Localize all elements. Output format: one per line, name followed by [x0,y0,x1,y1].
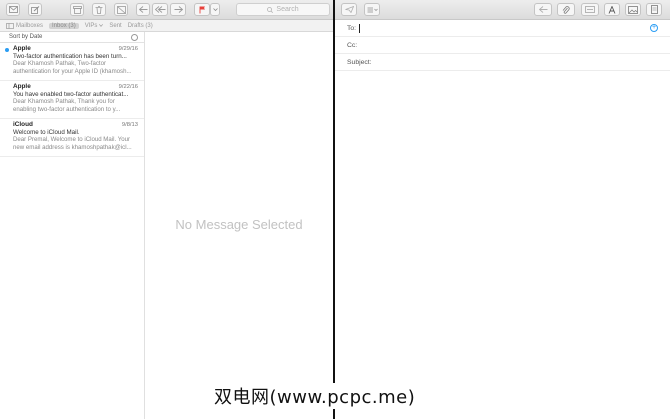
sort-button[interactable]: Sort by Date [9,34,42,40]
forward-button[interactable] [170,3,186,16]
photo-browser-button[interactable] [625,3,641,16]
compose-button[interactable] [28,3,42,16]
stationery-button[interactable] [646,3,662,16]
message-subject: Two-factor authentication has been turn.… [13,53,127,60]
header-fields-button[interactable] [364,3,380,16]
trash-icon [95,5,103,14]
no-message-placeholder: No Message Selected [175,217,303,232]
send-button[interactable] [341,3,357,16]
archive-button[interactable] [70,3,84,16]
mail-window: Search Mailboxes Inbox (3) VIPs Sent Dra… [0,0,333,419]
compose-toolbar [335,0,670,20]
reply-toolbar-button[interactable] [534,3,552,16]
favorite-drafts[interactable]: Drafts (3) [128,23,153,29]
get-mail-button[interactable] [6,3,20,16]
message-date: 9/8/13 [121,122,138,128]
stationery-icon [650,5,658,14]
photo-icon [628,5,638,14]
add-contact-icon[interactable]: + [650,24,658,32]
to-label: To: [347,24,357,32]
message-date: 9/22/16 [118,84,138,90]
favorite-inbox-label: Inbox (3) [52,22,76,29]
split-view-screen: Search Mailboxes Inbox (3) VIPs Sent Dra… [0,0,670,419]
delete-button[interactable] [92,3,106,16]
font-icon [608,5,616,14]
favorite-vips-label: VIPs [84,22,98,29]
reply-button[interactable] [136,3,150,16]
watermark-text: 双电网(www.pcpc.me) [212,383,418,409]
junk-button[interactable] [114,3,128,16]
message-preview: Dear Khamosh Pathak, Thank you for enabl… [13,98,121,113]
text-cursor [359,23,361,33]
cc-label: Cc: [347,41,358,49]
message-list: Sort by Date Apple 9/29/16 Two-factor au… [0,32,145,419]
flag-button[interactable] [194,3,210,16]
unread-dot-icon [5,48,9,52]
subject-label: Subject: [347,58,372,66]
attach-button[interactable] [557,3,575,16]
sidebar-icon [6,22,14,29]
chevron-down-icon [99,24,104,27]
message-preview: Dear Khamosh Pathak, Two-factor authenti… [13,60,132,75]
format-bar-icon [585,6,595,13]
paperclip-icon [562,5,570,14]
reply-icon [138,6,147,13]
list-item[interactable]: Apple 9/29/16 Two-factor authentication … [0,43,144,81]
list-item[interactable]: Apple 9/22/16 You have enabled two-facto… [0,81,144,119]
search-icon [267,6,274,13]
list-item[interactable]: iCloud 9/8/13 Welcome to iCloud Mail. De… [0,119,144,157]
compose-window: To: + Cc: Subject: [335,0,670,419]
subject-field[interactable]: Subject: [335,54,670,71]
favorite-vips[interactable]: VIPs [85,23,104,29]
message-sender: iCloud [13,121,33,128]
compose-icon [30,5,39,14]
filter-icon[interactable] [131,33,138,41]
chevron-down-icon [212,8,218,11]
message-subject: You have enabled two-factor authenticat.… [13,91,129,98]
favorite-drafts-label: Drafts (3) [127,22,153,29]
reply-icon [538,6,547,13]
send-icon [344,6,354,13]
fonts-button[interactable] [604,3,620,16]
message-preview: Dear Premal, Welcome to iCloud Mail. You… [13,136,132,151]
to-field[interactable]: To: + [335,20,670,37]
favorites-bar: Mailboxes Inbox (3) VIPs Sent Drafts (3) [0,20,333,32]
cc-field[interactable]: Cc: [335,37,670,54]
message-viewer: No Message Selected [145,32,333,419]
favorite-sent[interactable]: Sent [109,23,121,29]
flag-menu-button[interactable] [210,3,220,16]
search-field[interactable]: Search [236,3,330,16]
message-date: 9/29/16 [118,46,138,52]
reply-all-icon [154,6,165,13]
header-fields-icon [367,7,378,12]
format-bar-button[interactable] [581,3,599,16]
flag-icon [199,6,205,13]
favorite-inbox[interactable]: Inbox (3) [49,22,79,29]
favorite-sent-label: Sent [109,22,122,29]
sort-bar: Sort by Date [0,32,144,43]
mail-toolbar: Search [0,0,333,20]
message-subject: Welcome to iCloud Mail. [13,129,80,136]
archive-icon [72,5,82,14]
forward-icon [174,6,183,13]
junk-icon [116,5,126,14]
search-placeholder: Search [276,6,299,13]
favorite-mailboxes-label: Mailboxes [16,22,44,29]
reply-all-button[interactable] [152,3,168,16]
envelope-icon [8,6,18,13]
favorite-mailboxes[interactable]: Mailboxes [6,23,43,29]
